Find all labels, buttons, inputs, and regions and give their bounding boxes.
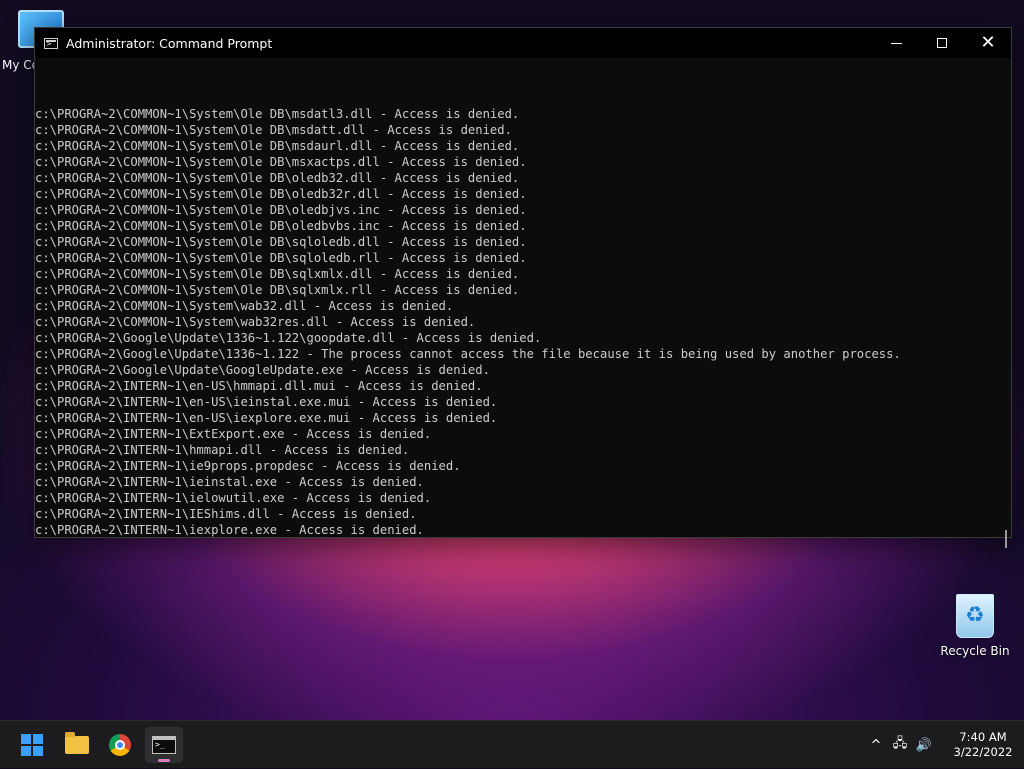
my-computer-label: My Cc <box>2 58 39 72</box>
console-line: c:\PROGRA~2\COMMON~1\System\Ole DB\oledb… <box>35 203 527 217</box>
console-line: c:\PROGRA~2\COMMON~1\System\Ole DB\msdat… <box>35 107 520 121</box>
console-line: c:\PROGRA~2\INTERN~1\ExtExport.exe - Acc… <box>35 427 432 441</box>
recycle-bin-icon <box>956 594 994 638</box>
console-line: c:\PROGRA~2\INTERN~1\IEShims.dll - Acces… <box>35 507 417 521</box>
windows-logo-icon <box>21 734 43 756</box>
console-line: c:\PROGRA~2\INTERN~1\ielowutil.exe - Acc… <box>35 491 432 505</box>
console-line: c:\PROGRA~2\COMMON~1\System\Ole DB\oledb… <box>35 171 520 185</box>
cmd-app-icon[interactable] <box>44 37 58 49</box>
scrollbar-thumb[interactable] <box>1005 530 1007 548</box>
minimize-icon <box>890 42 902 44</box>
active-app-indicator <box>158 759 170 762</box>
clock[interactable]: 7:40 AM 3/22/2022 <box>942 730 1024 760</box>
console-line: c:\PROGRA~2\INTERN~1\hmmapi.dll - Access… <box>35 443 410 457</box>
console-line: c:\PROGRA~2\INTERN~1\en-US\ieinstal.exe.… <box>35 395 498 409</box>
console-line: c:\PROGRA~2\COMMON~1\System\Ole DB\oledb… <box>35 219 527 233</box>
console-scrollbar[interactable] <box>999 58 1011 548</box>
minimize-button[interactable] <box>873 28 919 58</box>
taskbar-chrome[interactable] <box>101 727 139 763</box>
console-line: c:\PROGRA~2\Google\Update\1336~1.122\goo… <box>35 331 542 345</box>
window-title: Administrator: Command Prompt <box>66 35 273 51</box>
clock-date: 3/22/2022 <box>953 745 1013 759</box>
show-hidden-icons-chevron-icon[interactable]: ^ <box>864 738 888 753</box>
console-line: c:\PROGRA~2\COMMON~1\System\wab32res.dll… <box>35 315 476 329</box>
console-line: c:\PROGRA~2\INTERN~1\iexplore.exe - Acce… <box>35 523 424 537</box>
command-prompt-window[interactable]: Administrator: Command Prompt ✕ c:\PROGR… <box>34 27 1012 548</box>
console-line: c:\PROGRA~2\COMMON~1\System\Ole DB\msdat… <box>35 123 512 137</box>
console-line: c:\PROGRA~2\Google\Update\GoogleUpdate.e… <box>35 363 490 377</box>
console-line: c:\PROGRA~2\COMMON~1\System\Ole DB\sqlxm… <box>35 283 520 297</box>
console-line: c:\PROGRA~2\COMMON~1\System\wab32.dll - … <box>35 299 454 313</box>
maximize-icon <box>937 38 947 48</box>
taskbar-command-prompt[interactable] <box>145 727 183 763</box>
window-titlebar[interactable]: Administrator: Command Prompt ✕ <box>35 28 1011 58</box>
volume-icon[interactable]: 🔊 <box>912 738 936 753</box>
console-line: c:\PROGRA~2\Google\Update\1336~1.122 - T… <box>35 347 901 361</box>
console-output[interactable]: c:\PROGRA~2\COMMON~1\System\Ole DB\msdat… <box>35 58 999 537</box>
close-button[interactable]: ✕ <box>965 28 1011 58</box>
console-line: c:\PROGRA~2\INTERN~1\en-US\hmmapi.dll.mu… <box>35 379 483 393</box>
window-controls: ✕ <box>873 28 1011 58</box>
recycle-bin-label: Recycle Bin <box>940 644 1010 658</box>
console-line: c:\PROGRA~2\COMMON~1\System\Ole DB\sqlol… <box>35 251 527 265</box>
chrome-icon <box>109 734 131 756</box>
system-tray: ^ 🖧 🔊 7:40 AM 3/22/2022 <box>864 721 1024 769</box>
console-line: c:\PROGRA~2\COMMON~1\System\Ole DB\msdau… <box>35 139 520 153</box>
taskbar: ^ 🖧 🔊 7:40 AM 3/22/2022 <box>0 720 1024 768</box>
console-line: c:\PROGRA~2\COMMON~1\System\Ole DB\sqlol… <box>35 235 527 249</box>
network-icon[interactable]: 🖧 <box>888 734 912 756</box>
maximize-button[interactable] <box>919 28 965 58</box>
taskbar-file-explorer[interactable] <box>58 727 96 763</box>
console-line: c:\PROGRA~2\INTERN~1\ieinstal.exe - Acce… <box>35 475 424 489</box>
console-line: c:\PROGRA~2\COMMON~1\System\Ole DB\oledb… <box>35 187 527 201</box>
folder-icon <box>65 732 89 754</box>
console-line: c:\PROGRA~2\INTERN~1\ie9props.propdesc -… <box>35 459 461 473</box>
recycle-bin-desktop-icon[interactable]: Recycle Bin <box>938 594 1012 658</box>
console-line: c:\PROGRA~2\COMMON~1\System\Ole DB\sqlxm… <box>35 267 520 281</box>
cmd-icon <box>152 736 176 754</box>
console-line: c:\PROGRA~2\INTERN~1\en-US\iexplore.exe.… <box>35 411 498 425</box>
console-line: c:\PROGRA~2\COMMON~1\System\Ole DB\msxac… <box>35 155 527 169</box>
start-button[interactable] <box>13 727 51 763</box>
close-icon: ✕ <box>980 32 996 53</box>
clock-time: 7:40 AM <box>959 730 1007 744</box>
